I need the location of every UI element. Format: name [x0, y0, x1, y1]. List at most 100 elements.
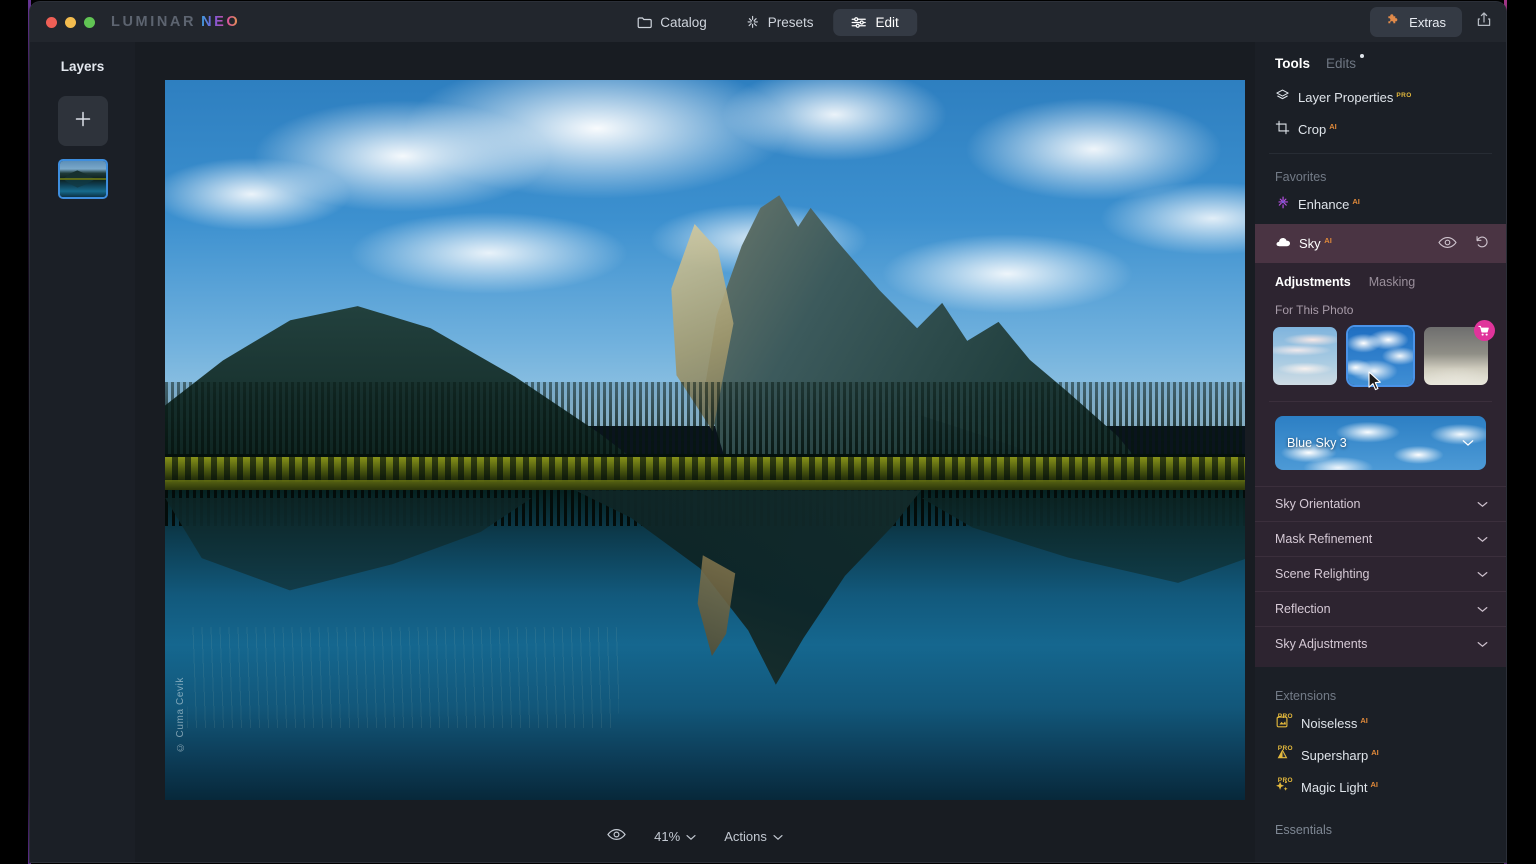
favorites-section-label: Favorites — [1275, 170, 1327, 184]
tab-edits[interactable]: Edits — [1326, 54, 1365, 71]
folder-icon — [637, 16, 652, 29]
tab-tools[interactable]: Tools — [1275, 56, 1310, 71]
magic-light-icon: PRO — [1275, 777, 1293, 796]
tool-sky-expanded: Sky AI Adjustments Masking For This Phot… — [1255, 224, 1506, 667]
extension-noiseless-label: Noiseless — [1301, 715, 1358, 731]
extras-button[interactable]: Extras — [1370, 7, 1462, 37]
add-layer-button[interactable] — [57, 96, 108, 146]
preview-toggle-button[interactable] — [607, 828, 626, 844]
tool-enhance-label: Enhance — [1298, 196, 1350, 212]
subtab-masking[interactable]: Masking — [1369, 275, 1416, 289]
ai-badge: AI — [1360, 715, 1368, 725]
sky-visibility-toggle[interactable] — [1438, 236, 1457, 252]
supersharp-icon: PRO — [1275, 745, 1293, 764]
zoom-level-value: 41% — [654, 828, 681, 844]
tab-edit-label: Edit — [875, 14, 899, 30]
selected-sky-name: Blue Sky 3 — [1287, 436, 1347, 450]
luminar-neo-window: LUMINAR NEO Catalog Presets Edit Extras … — [30, 2, 1506, 862]
extension-supersharp[interactable]: PRO Supersharp AI — [1255, 739, 1506, 771]
extension-noiseless[interactable]: PRO Noiseless AI — [1255, 707, 1506, 739]
actions-label: Actions — [724, 828, 767, 844]
pro-badge: PRO — [1396, 91, 1412, 99]
tool-crop-label: Crop — [1298, 121, 1327, 137]
plus-icon — [73, 109, 93, 134]
sky-suggestions-row — [1255, 320, 1506, 399]
tool-layer-properties[interactable]: Layer Properties PRO — [1255, 81, 1506, 113]
actions-menu-button[interactable]: Actions — [724, 829, 783, 844]
brand-suffix: NEO — [201, 14, 241, 30]
edits-unread-dot — [1360, 54, 1365, 58]
essentials-section-label: Essentials — [1275, 823, 1332, 837]
brand-prefix: LUMINAR — [111, 14, 197, 30]
accordion-reflection-label: Reflection — [1275, 602, 1331, 616]
layers-title: Layers — [60, 59, 105, 74]
panel-tabs: Tools Edits — [1255, 42, 1506, 81]
accordion-scene-relighting[interactable]: Scene Relighting — [1255, 556, 1506, 591]
maximize-button[interactable] — [84, 16, 95, 28]
subtab-adjustments[interactable]: Adjustments — [1275, 275, 1351, 289]
tab-presets[interactable]: Presets — [727, 9, 832, 36]
noiseless-icon: PRO — [1275, 713, 1293, 732]
enhance-sparkle-icon — [1275, 195, 1290, 213]
share-icon[interactable] — [1476, 11, 1492, 33]
screen-root: LUMINAR NEO Catalog Presets Edit Extras … — [0, 0, 1536, 864]
chevron-down-icon — [1477, 602, 1488, 616]
sky-thumbnail-wispy[interactable] — [1273, 327, 1338, 385]
chevron-down-icon — [1477, 567, 1488, 581]
pro-badge: PRO — [1277, 745, 1293, 752]
accordion-mask-refinement[interactable]: Mask Refinement — [1255, 521, 1506, 556]
sky-tool-body: Adjustments Masking For This Photo Blue … — [1255, 263, 1506, 667]
minimize-button[interactable] — [65, 16, 76, 28]
sky-thumbnail-pale-locked[interactable] — [1423, 320, 1495, 385]
sky-section-separator — [1269, 401, 1492, 402]
panel-divider — [1269, 153, 1492, 154]
right-tools-panel: Tools Edits Layer Properties PRO Crop AI… — [1255, 42, 1506, 862]
zoom-level-selector[interactable]: 41% — [654, 829, 696, 844]
tab-presets-label: Presets — [767, 14, 814, 30]
accordion-sky-orientation[interactable]: Sky Orientation — [1255, 486, 1506, 521]
photo-reeds — [186, 627, 619, 728]
sky-reset-button[interactable] — [1475, 235, 1490, 252]
chevron-down-icon — [1462, 434, 1474, 452]
accordion-sky-orientation-label: Sky Orientation — [1275, 497, 1361, 511]
ai-badge: AI — [1324, 236, 1332, 245]
canvas-area: © Cuma Cevik 41% Actions — [135, 42, 1255, 862]
photo-canvas[interactable]: © Cuma Cevik — [165, 80, 1245, 800]
pro-badge: PRO — [1277, 777, 1293, 784]
puzzle-icon — [1386, 13, 1401, 31]
sky-tool-title: Sky — [1299, 236, 1321, 251]
photo-grass-band — [165, 457, 1245, 482]
tab-catalog[interactable]: Catalog — [619, 9, 725, 36]
eye-icon — [607, 828, 626, 844]
chevron-down-icon — [773, 829, 783, 844]
chevron-down-icon — [1477, 637, 1488, 651]
tool-enhance[interactable]: Enhance AI — [1255, 188, 1506, 220]
extension-magic-light-label: Magic Light — [1301, 779, 1368, 795]
layers-icon — [1275, 88, 1290, 106]
accordion-sky-adjustments[interactable]: Sky Adjustments — [1255, 626, 1506, 661]
subtab-adjustments-label: Adjustments — [1275, 275, 1351, 289]
accordion-reflection[interactable]: Reflection — [1255, 591, 1506, 626]
tab-edit[interactable]: Edit — [833, 8, 917, 36]
canvas-bottom-bar: 41% Actions — [135, 810, 1255, 862]
tab-edits-label: Edits — [1326, 56, 1357, 71]
cart-icon[interactable] — [1473, 320, 1495, 341]
ai-badge: AI — [1352, 196, 1360, 206]
sliders-icon — [851, 16, 868, 29]
sky-tool-header[interactable]: Sky AI — [1255, 224, 1506, 263]
extensions-section-label: Extensions — [1275, 689, 1337, 703]
chevron-down-icon — [1477, 532, 1488, 546]
close-button[interactable] — [46, 16, 57, 28]
chevron-down-icon — [1477, 497, 1488, 511]
accordion-sky-adjustments-label: Sky Adjustments — [1275, 637, 1368, 651]
crop-icon — [1275, 120, 1290, 138]
accordion-scene-relighting-label: Scene Relighting — [1275, 567, 1370, 581]
tab-tools-label: Tools — [1275, 56, 1310, 71]
sky-thumbnail-blue[interactable] — [1346, 325, 1415, 387]
sky-selector-dropdown[interactable]: Blue Sky 3 — [1275, 416, 1486, 470]
tool-crop[interactable]: Crop AI — [1255, 113, 1506, 145]
ai-badge: AI — [1329, 121, 1337, 131]
layer-thumbnail[interactable] — [57, 159, 108, 199]
extension-magic-light[interactable]: PRO Magic Light AI — [1255, 771, 1506, 803]
sky-subtabs: Adjustments Masking — [1255, 263, 1506, 299]
